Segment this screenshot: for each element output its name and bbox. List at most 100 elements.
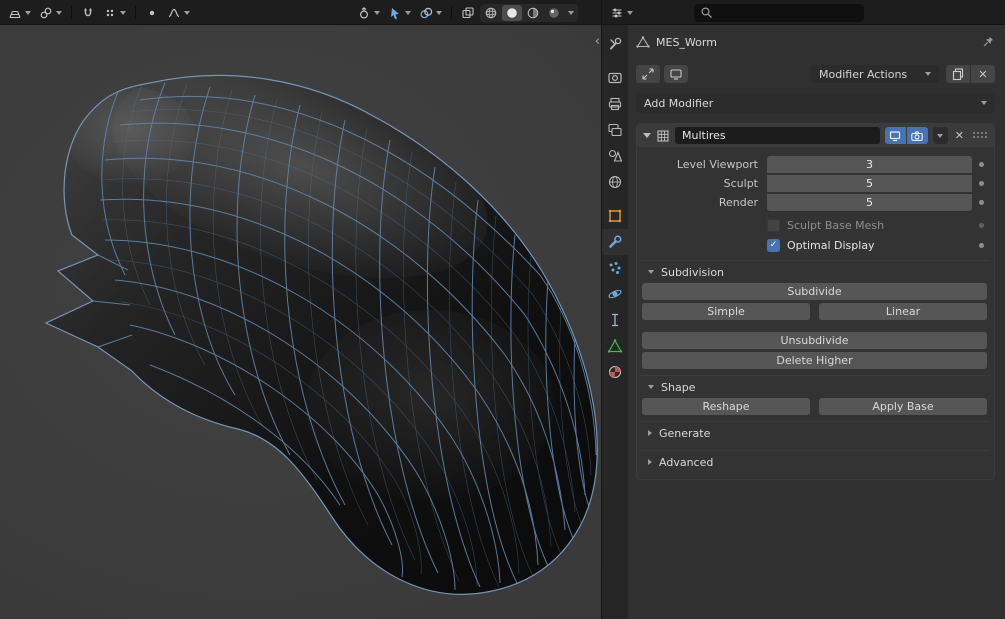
xray-toggle-button[interactable]: [458, 4, 478, 22]
tab-physics[interactable]: [602, 281, 628, 307]
properties-editor-type-button[interactable]: [607, 4, 636, 22]
chevron-down-icon: [937, 133, 944, 138]
snap-settings-button[interactable]: [100, 4, 129, 22]
remove-modifier-button[interactable]: ✕: [953, 130, 966, 141]
drag-handle[interactable]: [973, 132, 988, 139]
tab-material[interactable]: [602, 359, 628, 385]
chevron-down-icon: [405, 10, 411, 15]
tab-render[interactable]: [602, 65, 628, 91]
search-input[interactable]: [716, 6, 858, 19]
chevron-down-icon: [627, 10, 633, 15]
proportional-editing-button[interactable]: [142, 4, 162, 22]
solid-shading-button[interactable]: [502, 4, 522, 21]
reshape-button[interactable]: Reshape: [642, 398, 810, 415]
modifier-name-input[interactable]: Multires: [675, 127, 880, 144]
sculpt-base-mesh-checkbox[interactable]: [767, 218, 780, 232]
overlapping-circles-icon: [420, 7, 433, 18]
subdivide-linear-button[interactable]: Linear: [819, 303, 987, 320]
object-name[interactable]: MES_Worm: [656, 36, 717, 49]
viewport-editor-icon: [9, 10, 21, 18]
modifier-actions-label: Modifier Actions: [819, 67, 908, 81]
tab-world[interactable]: [602, 169, 628, 195]
shading-dropdown-chevron[interactable]: [568, 10, 574, 15]
generate-section-header[interactable]: Generate: [639, 421, 990, 444]
decorator-dot[interactable]: [978, 242, 984, 248]
shape-section-header[interactable]: Shape: [639, 375, 990, 398]
advanced-section-header[interactable]: Advanced: [639, 450, 990, 473]
viewport-header-right: [354, 3, 578, 22]
editor-type-button[interactable]: [5, 4, 34, 22]
expand-button[interactable]: [636, 65, 660, 83]
monitor-icon: [670, 69, 682, 80]
optimal-display-checkbox[interactable]: ✓: [767, 238, 780, 252]
show-in-render-toggle[interactable]: [906, 127, 928, 144]
section-title: Shape: [661, 380, 696, 394]
scene-icon: [608, 149, 623, 162]
viewport-header: [0, 0, 601, 25]
gizmos-dropdown-button[interactable]: [385, 4, 414, 22]
mode-dropdown-button[interactable]: [36, 4, 65, 22]
close-button[interactable]: ✕: [971, 65, 995, 83]
delete-higher-button[interactable]: Delete Higher: [642, 352, 987, 369]
sidebar-collapse-arrow[interactable]: ‹: [595, 35, 600, 48]
properties-panel: MES_Worm Modifier Actions ✕ Add Modifier…: [628, 25, 1005, 619]
chevron-down-icon: [436, 10, 442, 15]
level-viewport-field[interactable]: 3: [767, 155, 972, 173]
apply-base-button[interactable]: Apply Base: [819, 398, 987, 415]
snap-toggle-button[interactable]: [78, 4, 98, 22]
tab-particles[interactable]: [602, 255, 628, 281]
modifier-header: Multires ✕: [637, 124, 994, 147]
tab-modifiers[interactable]: [602, 229, 628, 255]
tab-output[interactable]: [602, 91, 628, 117]
chevron-down-icon: [120, 10, 126, 15]
triangle-down-icon: [648, 385, 654, 389]
copy-button[interactable]: [946, 65, 970, 83]
decorator-dot[interactable]: [978, 199, 984, 205]
field-label: Level Viewport: [676, 157, 758, 171]
decorator-dot[interactable]: [978, 161, 984, 167]
show-gizmos-button[interactable]: [354, 4, 383, 22]
sculpt-base-mesh-row: Sculpt Base Mesh: [639, 216, 990, 234]
multires-modifier-panel: Multires ✕ Level Viewport 3 Sculpt 5 Ren…: [636, 123, 995, 480]
wireframe-shading-button[interactable]: [481, 5, 501, 21]
viewport-canvas[interactable]: ‹: [0, 25, 601, 619]
modifier-actions-dropdown[interactable]: Modifier Actions: [811, 65, 939, 83]
mesh-data-icon: [607, 339, 623, 353]
tab-tool[interactable]: [602, 31, 628, 57]
properties-sliders-icon: [612, 8, 622, 17]
tab-object-data[interactable]: [602, 333, 628, 359]
display-button[interactable]: [664, 65, 688, 83]
viewport-header-left: [5, 4, 193, 22]
tab-view-layer[interactable]: [602, 117, 628, 143]
rendered-shading-button[interactable]: [544, 5, 564, 21]
subdivide-button[interactable]: Subdivide: [642, 283, 987, 300]
collapse-triangle-icon[interactable]: [643, 133, 651, 138]
gizmo-sphere-icon: [359, 6, 369, 19]
overlays-dropdown-button[interactable]: [416, 4, 445, 22]
unsubdivide-button[interactable]: Unsubdivide: [642, 332, 987, 349]
falloff-dropdown-button[interactable]: [164, 4, 193, 22]
pin-icon[interactable]: [981, 35, 995, 49]
search-box[interactable]: [694, 3, 864, 22]
field-label: Sculpt: [723, 176, 758, 190]
subdivision-section-header[interactable]: Subdivision: [639, 260, 990, 283]
xray-icon: [462, 6, 474, 18]
modifier-toolbar: Modifier Actions ✕: [636, 64, 995, 84]
render-icon: [608, 72, 622, 84]
cursor-icon: [391, 7, 399, 19]
subdivide-simple-button[interactable]: Simple: [642, 303, 810, 320]
sculpt-field[interactable]: 5: [767, 174, 972, 192]
extras-dropdown-button[interactable]: [932, 127, 948, 144]
show-in-viewport-toggle[interactable]: [884, 127, 906, 144]
material-preview-button[interactable]: [523, 5, 543, 21]
tab-constraints[interactable]: [602, 307, 628, 333]
properties-header: [602, 0, 1005, 25]
tab-object[interactable]: [602, 203, 628, 229]
tab-scene[interactable]: [602, 143, 628, 169]
render-field[interactable]: 5: [767, 193, 972, 211]
display-toggle-group: [884, 127, 928, 144]
decorator-dot[interactable]: [978, 180, 984, 186]
blender-window: ‹ MES_Worm Modifier Actions ✕ Add Modifi…: [0, 0, 1005, 619]
material-sphere-icon: [527, 7, 539, 18]
add-modifier-dropdown[interactable]: Add Modifier: [636, 93, 995, 113]
